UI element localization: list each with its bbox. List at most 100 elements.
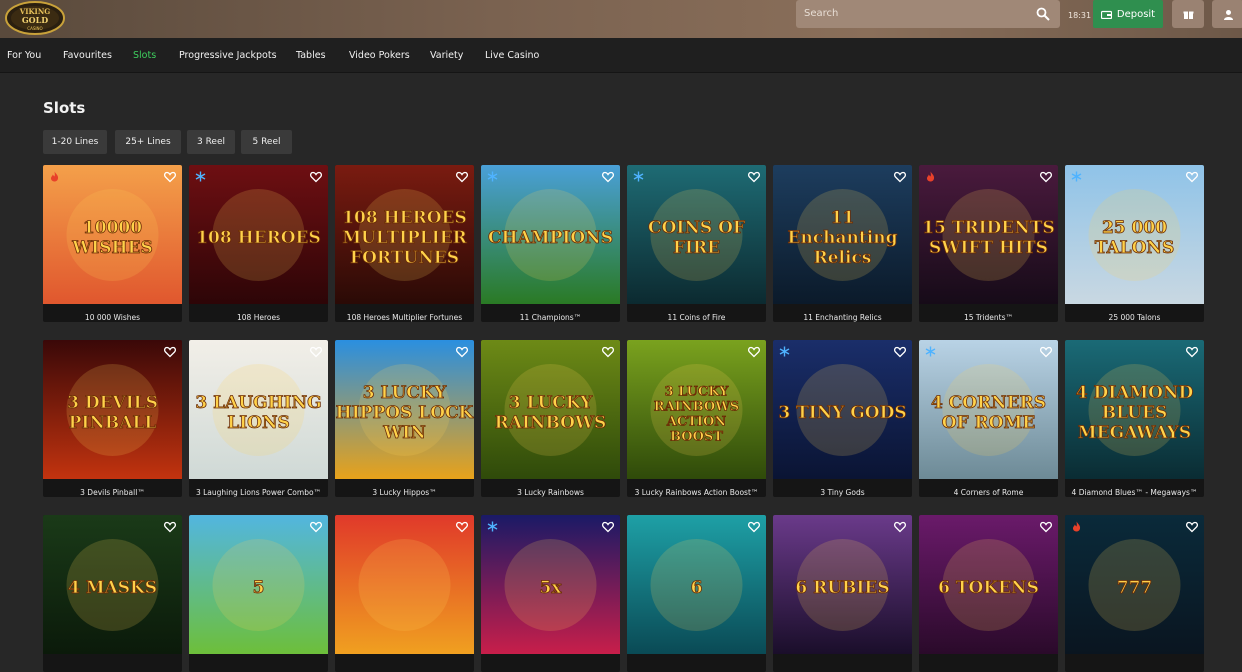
game-title[interactable]: [189, 654, 328, 672]
game-title[interactable]: 3 Tiny Gods: [773, 479, 912, 497]
game-tile[interactable]: 6: [627, 515, 766, 672]
favourite-heart-icon[interactable]: [164, 171, 176, 183]
game-title[interactable]: 3 Devils Pinball™: [43, 479, 182, 497]
search-icon[interactable]: [1036, 7, 1050, 21]
favourite-heart-icon[interactable]: [894, 171, 906, 183]
game-thumbnail[interactable]: COINS OF FIRE: [627, 165, 766, 304]
game-thumbnail[interactable]: 10000 WISHES: [43, 165, 182, 304]
game-thumbnail[interactable]: 4 DIAMOND BLUES MEGAWAYS: [1065, 340, 1204, 479]
favourite-heart-icon[interactable]: [1186, 521, 1198, 533]
favourite-heart-icon[interactable]: [894, 521, 906, 533]
game-thumbnail[interactable]: CHAMPIONS: [481, 165, 620, 304]
game-title[interactable]: 3 Laughing Lions Power Combo™: [189, 479, 328, 497]
game-title[interactable]: 11 Coins of Fire: [627, 304, 766, 322]
favourite-heart-icon[interactable]: [1040, 521, 1052, 533]
game-tile[interactable]: COINS OF FIRE 11 Coins of Fire: [627, 165, 766, 322]
game-title[interactable]: 3 Lucky Rainbows: [481, 479, 620, 497]
favourite-heart-icon[interactable]: [456, 346, 468, 358]
game-tile[interactable]: 3 LUCKY RAINBOWS 3 Lucky Rainbows: [481, 340, 620, 497]
game-thumbnail[interactable]: 3 LUCKY HIPPOS LOCK WIN: [335, 340, 474, 479]
game-tile[interactable]: 3 LUCKY HIPPOS LOCK WIN 3 Lucky Hippos™: [335, 340, 474, 497]
game-tile[interactable]: 6 TOKENS: [919, 515, 1058, 672]
game-thumbnail[interactable]: 6: [627, 515, 766, 654]
nav-live-casino[interactable]: Live Casino: [485, 50, 539, 61]
nav-video-pokers[interactable]: Video Pokers: [349, 50, 410, 61]
favourite-heart-icon[interactable]: [164, 521, 176, 533]
game-tile[interactable]: 3 LAUGHING LIONS 3 Laughing Lions Power Co…: [189, 340, 328, 497]
game-title[interactable]: 11 Champions™: [481, 304, 620, 322]
game-tile[interactable]: 777: [1065, 515, 1204, 672]
favourite-heart-icon[interactable]: [748, 521, 760, 533]
filter-25-plus-lines[interactable]: 25+ Lines: [115, 130, 181, 154]
game-tile[interactable]: 10000 WISHES 10 000 Wishes: [43, 165, 182, 322]
game-title[interactable]: 3 Lucky Rainbows Action Boost™: [627, 479, 766, 497]
favourite-heart-icon[interactable]: [164, 346, 176, 358]
favourite-heart-icon[interactable]: [1040, 346, 1052, 358]
game-thumbnail[interactable]: 15 TRIDENTS SWIFT HITS: [919, 165, 1058, 304]
nav-tables[interactable]: Tables: [296, 50, 326, 61]
game-thumbnail[interactable]: [335, 515, 474, 654]
game-thumbnail[interactable]: 3 LUCKY RAINBOWS ACTION BOOST: [627, 340, 766, 479]
game-title[interactable]: 15 Tridents™: [919, 304, 1058, 322]
filter-1-20-lines[interactable]: 1-20 Lines: [43, 130, 107, 154]
game-title[interactable]: 4 Corners of Rome: [919, 479, 1058, 497]
game-title[interactable]: [773, 654, 912, 672]
favourite-heart-icon[interactable]: [748, 171, 760, 183]
game-tile[interactable]: 11 Enchanting Relics 11 Enchanting Relics: [773, 165, 912, 322]
game-thumbnail[interactable]: 108 HEROES: [189, 165, 328, 304]
game-tile[interactable]: 4 CORNERS OF ROME 4 Corners of Rome: [919, 340, 1058, 497]
game-title[interactable]: 108 Heroes Multiplier Fortunes: [335, 304, 474, 322]
game-thumbnail[interactable]: 25 000 TALONS: [1065, 165, 1204, 304]
game-tile[interactable]: CHAMPIONS 11 Champions™: [481, 165, 620, 322]
favourite-heart-icon[interactable]: [310, 346, 322, 358]
deposit-button[interactable]: Deposit: [1093, 0, 1163, 28]
game-title[interactable]: 108 Heroes: [189, 304, 328, 322]
filter-5-reel[interactable]: 5 Reel: [241, 130, 292, 154]
game-title[interactable]: [335, 654, 474, 672]
favourite-heart-icon[interactable]: [894, 346, 906, 358]
favourite-heart-icon[interactable]: [748, 346, 760, 358]
game-title[interactable]: [627, 654, 766, 672]
nav-slots[interactable]: Slots: [133, 50, 156, 61]
game-title[interactable]: [1065, 654, 1204, 672]
profile-button[interactable]: [1212, 0, 1242, 28]
game-tile[interactable]: 3 LUCKY RAINBOWS ACTION BOOST 3 Lucky Rainbo…: [627, 340, 766, 497]
game-title[interactable]: 3 Lucky Hippos™: [335, 479, 474, 497]
favourite-heart-icon[interactable]: [602, 346, 614, 358]
game-title[interactable]: 4 Diamond Blues™ - Megaways™: [1065, 479, 1204, 497]
game-thumbnail[interactable]: 6 TOKENS: [919, 515, 1058, 654]
game-thumbnail[interactable]: 6 RUBIES: [773, 515, 912, 654]
favourite-heart-icon[interactable]: [602, 521, 614, 533]
game-tile[interactable]: 6 RUBIES: [773, 515, 912, 672]
game-thumbnail[interactable]: 3 LUCKY RAINBOWS: [481, 340, 620, 479]
game-thumbnail[interactable]: 3 DEVILS PINBALL: [43, 340, 182, 479]
game-tile[interactable]: 4 DIAMOND BLUES MEGAWAYS 4 Diamond Blues™ -…: [1065, 340, 1204, 497]
game-title[interactable]: [481, 654, 620, 672]
game-thumbnail[interactable]: 4 CORNERS OF ROME: [919, 340, 1058, 479]
game-tile[interactable]: 5: [189, 515, 328, 672]
game-tile[interactable]: [335, 515, 474, 672]
search-input[interactable]: Search: [796, 0, 1060, 28]
game-thumbnail[interactable]: 5: [189, 515, 328, 654]
game-tile[interactable]: 5x: [481, 515, 620, 672]
game-title[interactable]: 11 Enchanting Relics: [773, 304, 912, 322]
nav-progressive-jackpots[interactable]: Progressive Jackpots: [179, 50, 277, 61]
game-thumbnail[interactable]: 11 Enchanting Relics: [773, 165, 912, 304]
favourite-heart-icon[interactable]: [602, 171, 614, 183]
game-title[interactable]: [919, 654, 1058, 672]
game-tile[interactable]: 25 000 TALONS 25 000 Talons: [1065, 165, 1204, 322]
casino-logo[interactable]: VIKING GOLD CASINO: [4, 0, 66, 36]
nav-variety[interactable]: Variety: [430, 50, 463, 61]
nav-favourites[interactable]: Favourites: [63, 50, 112, 61]
game-title[interactable]: 10 000 Wishes: [43, 304, 182, 322]
game-thumbnail[interactable]: 777: [1065, 515, 1204, 654]
game-thumbnail[interactable]: 3 LAUGHING LIONS: [189, 340, 328, 479]
game-tile[interactable]: 15 TRIDENTS SWIFT HITS 15 Tridents™: [919, 165, 1058, 322]
favourite-heart-icon[interactable]: [1040, 171, 1052, 183]
game-tile[interactable]: 3 TINY GODS 3 Tiny Gods: [773, 340, 912, 497]
favourite-heart-icon[interactable]: [456, 521, 468, 533]
favourite-heart-icon[interactable]: [1186, 346, 1198, 358]
gift-button[interactable]: [1172, 0, 1204, 28]
favourite-heart-icon[interactable]: [456, 171, 468, 183]
game-tile[interactable]: 108 HEROES MULTIPLIER FORTUNES 108 Heroes M…: [335, 165, 474, 322]
